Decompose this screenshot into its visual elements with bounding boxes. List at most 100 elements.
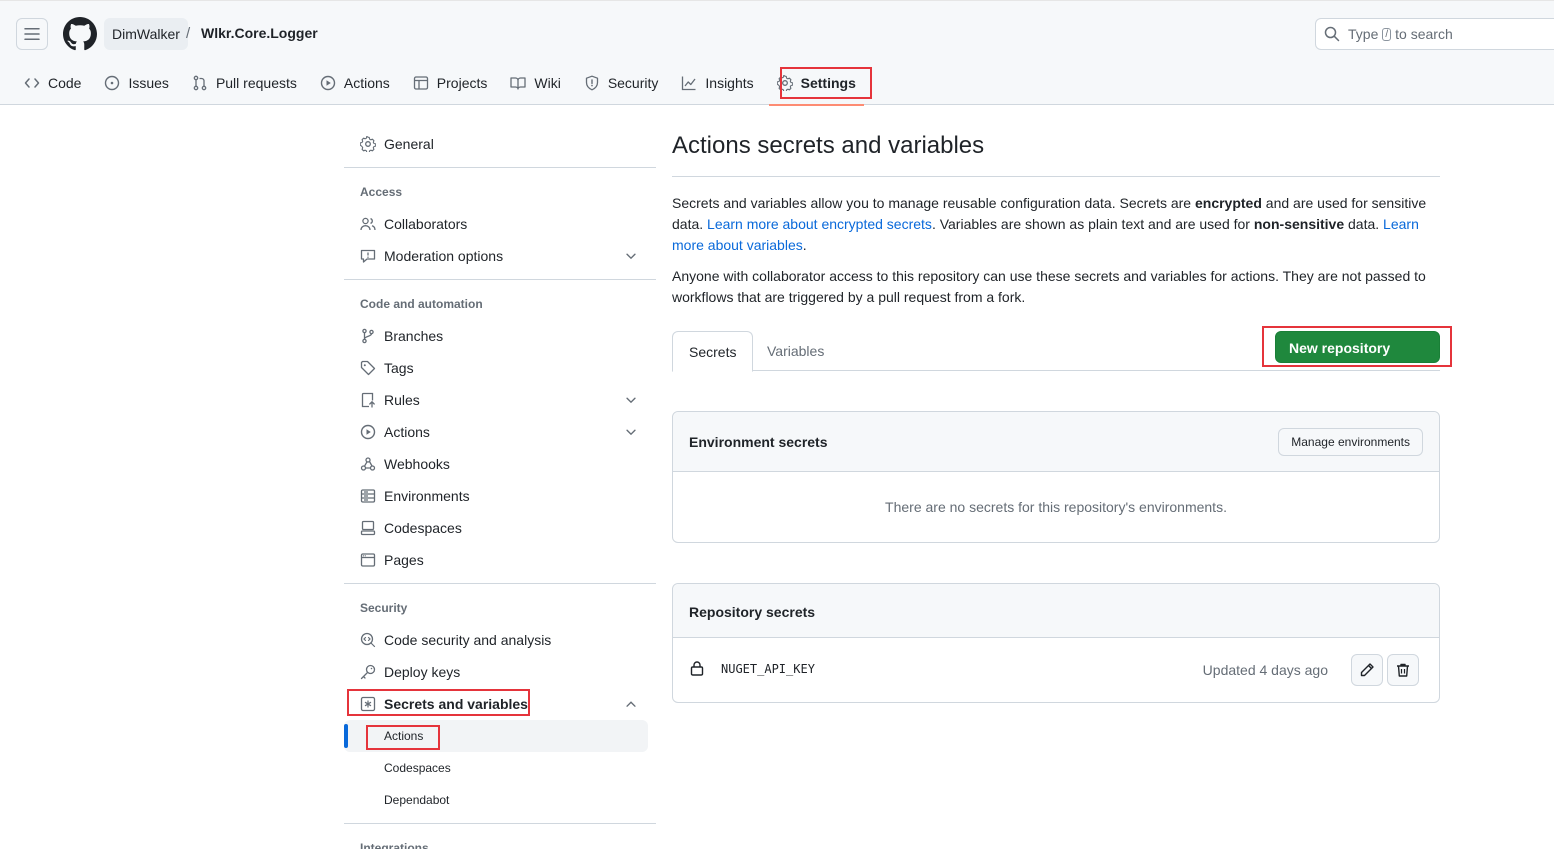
edit-secret-button[interactable] <box>1351 654 1383 686</box>
intro-paragraph: Secrets and variables allow you to manag… <box>672 193 1440 256</box>
gear-icon <box>360 136 376 152</box>
intro-emphasis: encrypted <box>1194 195 1262 211</box>
sidebar-subitem-label: Actions <box>384 729 424 743</box>
sidebar-item-label: Moderation options <box>384 248 504 264</box>
tab-pull-requests[interactable]: Pull requests <box>184 67 305 99</box>
repo-nav: Code Issues Pull requests Actions Projec… <box>16 67 871 106</box>
search-input[interactable]: Type / to search <box>1315 18 1554 50</box>
repo-name-link[interactable]: Wlkr.Core.Logger <box>201 25 318 41</box>
tab-label: Code <box>48 75 82 91</box>
tab-insights[interactable]: Insights <box>673 67 761 99</box>
environment-secrets-box: Environment secrets Manage environments … <box>672 411 1440 543</box>
sidebar-item-deploy-keys[interactable]: Deploy keys <box>344 656 656 688</box>
github-logo-icon[interactable] <box>63 17 97 51</box>
sidebar-item-label: Actions <box>384 424 430 440</box>
tab-code[interactable]: Code <box>16 67 89 99</box>
intro-text: Secrets and variables allow you to manag… <box>672 195 1195 211</box>
table-icon <box>413 76 428 90</box>
sidebar-item-environments[interactable]: Environments <box>344 480 656 512</box>
search-shortcut-key: / <box>1382 27 1392 41</box>
owner-link[interactable]: DimWalker <box>104 18 188 50</box>
sidebar-item-label: Rules <box>384 392 420 408</box>
search-placeholder-prefix: Type <box>1348 26 1379 42</box>
tab-issues[interactable]: Issues <box>96 67 176 99</box>
environment-secrets-header: Environment secrets Manage environments <box>673 412 1439 472</box>
sidebar-subitem-actions[interactable]: Actions <box>344 720 648 752</box>
book-icon <box>510 77 527 90</box>
intro-text: data. <box>1344 216 1384 232</box>
new-repository-secret-button[interactable]: New repository secret <box>1275 331 1440 388</box>
tab-settings[interactable]: Settings <box>768 67 865 106</box>
tab-security[interactable]: Security <box>576 67 667 99</box>
tab-label: Projects <box>436 75 488 91</box>
delete-secret-button[interactable] <box>1387 654 1419 686</box>
tab-variables[interactable]: Variables <box>751 331 840 371</box>
sidebar-item-moderation[interactable]: Moderation options <box>344 240 656 272</box>
code-icon <box>24 78 40 88</box>
sidebar-item-label: Tags <box>384 360 414 376</box>
chevron-down-icon[interactable] <box>624 393 638 407</box>
sidebar-item-collaborators[interactable]: Collaborators <box>344 208 656 240</box>
settings-sidebar: General Access Collaborators Moderation … <box>344 128 656 849</box>
sidebar-item-label: Branches <box>384 328 444 344</box>
sidebar-item-secrets-and-variables[interactable]: Secrets and variables <box>344 688 656 720</box>
sidebar-item-rules[interactable]: Rules <box>344 384 656 416</box>
repo-header: DimWalker / Wlkr.Core.Logger Type / to s… <box>0 0 1554 106</box>
chevron-down-icon[interactable] <box>624 249 638 263</box>
play-icon <box>320 75 336 91</box>
graph-icon <box>682 76 696 91</box>
tab-label: Settings <box>800 75 856 91</box>
intro-text: . <box>802 237 807 253</box>
sidebar-section-security: Security <box>360 601 408 615</box>
tab-projects[interactable]: Projects <box>405 67 496 99</box>
tag-icon <box>360 360 376 376</box>
environment-secrets-empty: There are no secrets for this repository… <box>885 499 1227 515</box>
report-icon <box>360 249 376 263</box>
sidebar-item-label: Code security and analysis <box>384 632 552 648</box>
menu-button[interactable] <box>16 18 48 50</box>
sidebar-item-label: Secrets and variables <box>384 696 528 712</box>
environment-secrets-title: Environment secrets <box>689 434 828 450</box>
pull-request-icon <box>193 75 207 91</box>
sidebar-subitem-label: Codespaces <box>384 761 451 775</box>
sidebar-item-tags[interactable]: Tags <box>344 352 656 384</box>
search-icon <box>1324 26 1340 42</box>
sidebar-item-actions[interactable]: Actions <box>344 416 656 448</box>
tab-label: Actions <box>343 75 390 91</box>
tab-label: Wiki <box>534 75 561 91</box>
sidebar-section-code: Code and automation <box>360 297 483 311</box>
sidebar-item-label: Collaborators <box>384 216 468 232</box>
chevron-down-icon[interactable] <box>624 425 638 439</box>
key-icon <box>360 664 376 680</box>
tab-wiki[interactable]: Wiki <box>502 67 568 99</box>
encrypted-secrets-link[interactable]: Learn more about encrypted secrets <box>707 216 932 232</box>
sidebar-section-access: Access <box>360 185 403 199</box>
sidebar-divider <box>344 167 656 168</box>
chevron-up-icon[interactable] <box>624 697 638 711</box>
tab-actions[interactable]: Actions <box>312 67 398 99</box>
access-paragraph: Anyone with collaborator access to this … <box>672 268 1426 305</box>
sidebar-item-code-security[interactable]: Code security and analysis <box>344 624 656 656</box>
sidebar-subitem-codespaces[interactable]: Codespaces <box>344 752 656 784</box>
manage-environments-button[interactable]: Manage environments <box>1278 428 1423 456</box>
secret-name: NUGET_API_KEY <box>721 662 815 676</box>
sidebar-item-label: General <box>384 136 434 152</box>
sidebar-item-label: Environments <box>384 488 470 504</box>
lock-icon <box>690 661 704 676</box>
repository-secrets-box: Repository secrets NUGET_API_KEY Updated… <box>672 583 1440 703</box>
sidebar-subitem-label: Dependabot <box>384 793 450 807</box>
play-icon <box>360 424 376 440</box>
sidebar-item-branches[interactable]: Branches <box>344 320 656 352</box>
tab-label: Pull requests <box>215 75 297 91</box>
tab-label: Insights <box>705 75 754 91</box>
repository-secrets-title: Repository secrets <box>689 604 816 620</box>
repository-secrets-header: Repository secrets <box>673 584 1439 638</box>
tab-secrets[interactable]: Secrets <box>672 331 754 372</box>
sidebar-item-codespaces[interactable]: Codespaces <box>344 512 656 544</box>
sidebar-item-general[interactable]: General <box>344 128 656 160</box>
sidebar-subitem-dependabot[interactable]: Dependabot <box>344 784 656 816</box>
sidebar-item-webhooks[interactable]: Webhooks <box>344 448 656 480</box>
issue-icon <box>105 75 120 91</box>
sidebar-item-pages[interactable]: Pages <box>344 544 656 576</box>
trash-icon <box>1397 663 1409 677</box>
